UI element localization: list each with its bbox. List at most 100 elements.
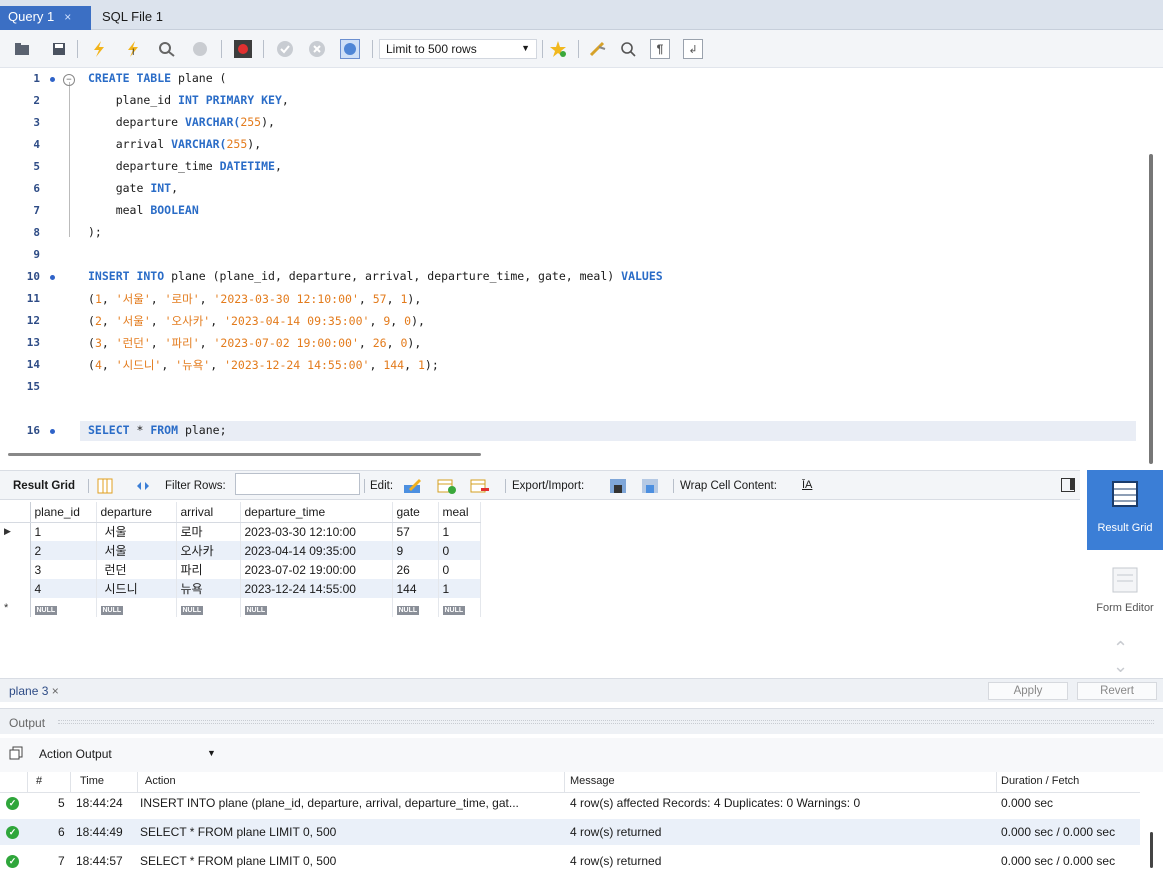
invisible-chars-icon[interactable]: ¶: [650, 39, 670, 59]
result-tab[interactable]: plane 3 ×: [9, 684, 59, 698]
cell[interactable]: 3: [30, 560, 97, 579]
export-import-label: Export/Import:: [512, 480, 585, 492]
stop-icon[interactable]: [190, 39, 210, 59]
cell[interactable]: 1: [438, 522, 481, 541]
new-row-marker: *: [0, 598, 31, 617]
column-header[interactable]: departure: [96, 502, 177, 523]
sql-editor[interactable]: − 1 2 3 4 5 6 7 8 9 10 11 12 13 14 15 16…: [0, 68, 1163, 464]
chevron-down-icon[interactable]: ⌄: [1113, 656, 1128, 677]
cell[interactable]: 1: [30, 522, 97, 541]
horizontal-scrollbar[interactable]: [8, 453, 481, 456]
line-number: 15: [26, 380, 40, 393]
explain-icon[interactable]: [157, 39, 177, 59]
column-layout-icon[interactable]: [97, 478, 113, 497]
action-output-select[interactable]: Action Output ▼: [35, 744, 220, 766]
cell[interactable]: 2023-12-24 14:55:00: [240, 579, 393, 598]
import-icon[interactable]: [641, 477, 661, 498]
column-header[interactable]: meal: [438, 502, 481, 523]
close-icon[interactable]: ×: [64, 10, 71, 24]
edit-row-icon[interactable]: [403, 477, 423, 498]
cell[interactable]: 서울: [96, 541, 177, 560]
code-line: plane_id INT PRIMARY KEY,: [88, 93, 289, 107]
tab-query-1[interactable]: Query 1 ×: [0, 6, 91, 30]
column-header[interactable]: plane_id: [30, 502, 97, 523]
revert-button[interactable]: Revert: [1077, 682, 1157, 700]
output-row[interactable]: ✓ 6 18:44:49 SELECT * FROM plane LIMIT 0…: [0, 819, 1140, 845]
result-grid-label[interactable]: Result Grid: [13, 480, 75, 492]
wrap-cell-icon[interactable]: ĪA: [802, 479, 812, 491]
execute-current-icon[interactable]: I: [124, 39, 144, 59]
cell[interactable]: 런던: [96, 560, 177, 579]
fold-collapse-icon[interactable]: −: [63, 74, 75, 86]
column-header[interactable]: gate: [392, 502, 439, 523]
row-pointer-icon[interactable]: ▶: [0, 522, 31, 541]
cell[interactable]: 0: [438, 541, 481, 560]
cell[interactable]: 2023-04-14 09:35:00: [240, 541, 393, 560]
table-row[interactable]: 3 런던 파리 2023-07-02 19:00:00 26 0: [0, 560, 481, 579]
output-row[interactable]: ✓ 7 18:44:57 SELECT * FROM plane LIMIT 0…: [0, 848, 1140, 874]
line-number: 12: [26, 314, 40, 327]
beautify-icon[interactable]: [588, 39, 608, 59]
toggle-error-icon[interactable]: [233, 39, 253, 59]
cell[interactable]: 2: [30, 541, 97, 560]
cell[interactable]: 서울: [96, 522, 177, 541]
output-selector-bar: Action Output ▼: [0, 738, 1163, 772]
toggle-panel-icon[interactable]: [1061, 478, 1075, 492]
filter-rows-input[interactable]: [235, 473, 360, 495]
table-header-row: plane_id departure arrival departure_tim…: [0, 502, 481, 523]
commit-icon[interactable]: [275, 39, 295, 59]
autocommit-icon[interactable]: [340, 39, 360, 59]
add-row-icon[interactable]: [437, 477, 457, 498]
column-header[interactable]: arrival: [176, 502, 241, 523]
cell[interactable]: 오사카: [176, 541, 241, 560]
wrap-cell-label: Wrap Cell Content:: [680, 480, 777, 492]
execute-icon[interactable]: [89, 39, 109, 59]
null-badge: NULL: [34, 605, 58, 615]
line-number: 3: [33, 116, 40, 129]
save-icon[interactable]: [49, 39, 69, 59]
limit-rows-select[interactable]: Limit to 500 rows ▼: [379, 39, 537, 59]
cell[interactable]: 시드니: [96, 579, 177, 598]
form-editor-button[interactable]: Form Editor: [1087, 558, 1163, 638]
statement-marker-icon: [50, 77, 55, 82]
cell[interactable]: 4: [30, 579, 97, 598]
cell[interactable]: 2023-03-30 12:10:00: [240, 522, 393, 541]
cell[interactable]: 26: [392, 560, 439, 579]
cell[interactable]: 9: [392, 541, 439, 560]
find-icon[interactable]: [618, 39, 638, 59]
cell[interactable]: 0: [438, 560, 481, 579]
vertical-scrollbar[interactable]: [1149, 154, 1153, 464]
refresh-icon[interactable]: [135, 478, 151, 497]
cell[interactable]: 1: [438, 579, 481, 598]
success-check-icon: ✓: [6, 855, 19, 868]
copy-icon[interactable]: [9, 746, 23, 763]
code-line: departure VARCHAR(255),: [88, 115, 275, 129]
rollback-icon[interactable]: [307, 39, 327, 59]
cell[interactable]: 144: [392, 579, 439, 598]
open-folder-icon[interactable]: [12, 39, 32, 59]
result-table: plane_id departure arrival departure_tim…: [0, 502, 481, 617]
table-row[interactable]: 4 시드니 뉴욕 2023-12-24 14:55:00 144 1: [0, 579, 481, 598]
word-wrap-icon[interactable]: ↲: [683, 39, 703, 59]
table-row[interactable]: 2 서울 오사카 2023-04-14 09:35:00 9 0: [0, 541, 481, 560]
code-line: meal BOOLEAN: [88, 203, 199, 217]
cell[interactable]: 2023-07-02 19:00:00: [240, 560, 393, 579]
add-snippet-icon[interactable]: [548, 39, 568, 59]
null-badge: NULL: [244, 605, 268, 615]
tab-sql-file-1[interactable]: SQL File 1: [94, 6, 171, 30]
output-row[interactable]: ✓ 5 18:44:24 INSERT INTO plane (plane_id…: [0, 790, 1140, 816]
cell[interactable]: 로마: [176, 522, 241, 541]
cell[interactable]: 뉴욕: [176, 579, 241, 598]
export-icon[interactable]: [609, 477, 629, 498]
output-scrollbar[interactable]: [1150, 832, 1153, 868]
table-row-new[interactable]: * NULL NULL NULL NULL NULL NULL: [0, 598, 481, 617]
apply-button[interactable]: Apply: [988, 682, 1068, 700]
column-header[interactable]: departure_time: [240, 502, 393, 523]
delete-row-icon[interactable]: [470, 477, 490, 498]
result-grid-button[interactable]: Result Grid: [1087, 470, 1163, 550]
table-row[interactable]: ▶ 1 서울 로마 2023-03-30 12:10:00 57 1: [0, 522, 481, 541]
fold-guide: [69, 82, 70, 237]
cell[interactable]: 파리: [176, 560, 241, 579]
cell[interactable]: 57: [392, 522, 439, 541]
code-line: SELECT * FROM plane;: [88, 423, 227, 437]
